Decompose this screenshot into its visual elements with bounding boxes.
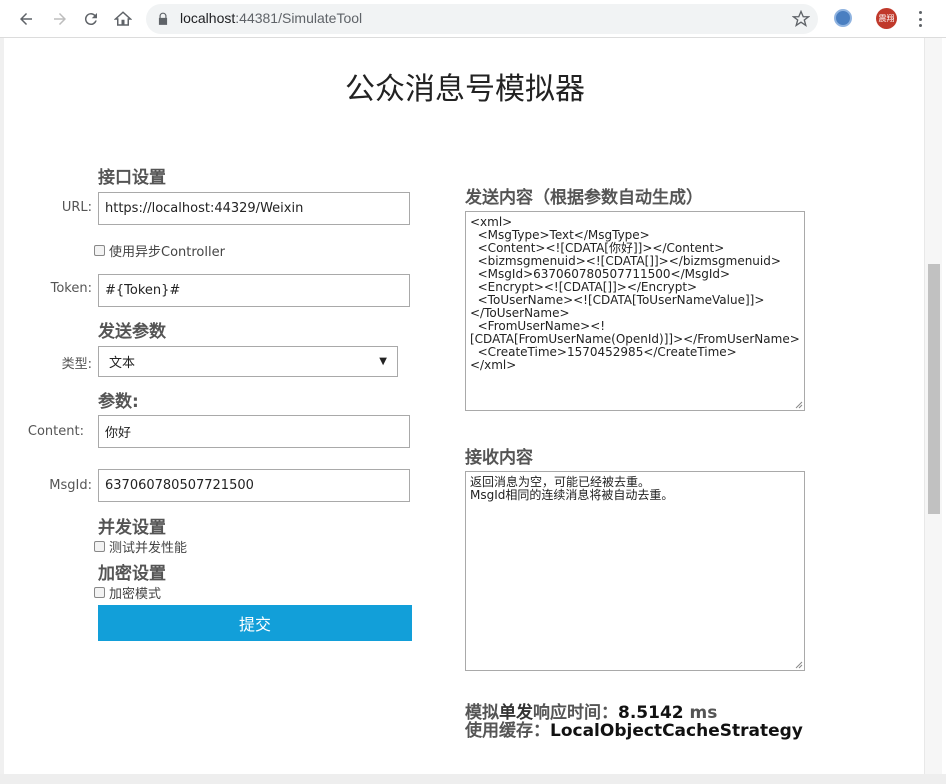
content-input[interactable]: 你好 (98, 415, 410, 448)
response-time-value: 8.5142 (618, 703, 684, 723)
address-bar[interactable]: localhost:44381/SimulateTool (146, 4, 818, 34)
encryption-settings-heading: 加密设置 (98, 564, 166, 584)
page-scrollbar[interactable] (924, 38, 942, 774)
bookmark-star-icon[interactable] (792, 10, 810, 28)
forward-arrow-icon (54, 13, 66, 25)
response-stats: 模拟单发响应时间：8.5142 ms 使用缓存：LocalObjectCache… (465, 704, 803, 740)
async-controller-label: 使用异步Controller (109, 245, 225, 260)
concurrency-test-checkbox[interactable] (94, 541, 105, 552)
url-label: URL: (61, 200, 92, 215)
concurrency-settings-heading: 并发设置 (98, 518, 166, 538)
cache-line: 使用缓存：LocalObjectCacheStrategy (465, 722, 803, 740)
extension-icon[interactable] (834, 9, 852, 27)
response-time-line: 模拟单发响应时间：8.5142 ms (465, 704, 803, 722)
async-controller-checkbox[interactable] (94, 245, 105, 256)
home-icon (114, 11, 132, 26)
concurrency-test-label: 测试并发性能 (109, 541, 188, 556)
resize-grip-icon[interactable] (794, 660, 803, 669)
browser-toolbar: localhost:44381/SimulateTool 震翔 (0, 0, 946, 38)
response-label: 响应时间： (533, 703, 618, 723)
url-text[interactable]: localhost:44381/SimulateTool (180, 10, 362, 26)
back-button[interactable] (14, 7, 38, 31)
forward-button[interactable] (48, 7, 72, 31)
send-content-heading: 发送内容（根据参数自动生成） (465, 188, 703, 208)
browser-menu-icon[interactable] (910, 8, 930, 30)
home-button[interactable] (111, 7, 135, 31)
send-params-heading: 发送参数 (98, 322, 166, 342)
lock-icon[interactable] (156, 12, 170, 26)
page-title: 公众消息号模拟器 (345, 72, 585, 107)
msgid-input[interactable]: 637060780507721500 (98, 469, 410, 502)
chevron-down-icon: ▼ (379, 356, 387, 367)
response-mode: 单发 (499, 703, 533, 723)
resize-grip-icon[interactable] (794, 400, 803, 409)
encryption-mode-label: 加密模式 (109, 587, 162, 602)
receive-content-text: 返回消息为空，可能已经被去重。 MsgId相同的连续消息将被自动去重。 (470, 475, 674, 502)
token-input[interactable]: #{Token}# (98, 274, 410, 307)
receive-content-textarea[interactable]: 返回消息为空，可能已经被去重。 MsgId相同的连续消息将被自动去重。 (465, 471, 805, 671)
receive-content-heading: 接收内容 (465, 448, 533, 468)
async-controller-option[interactable]: 使用异步Controller (94, 241, 225, 260)
reload-icon (84, 13, 97, 26)
encryption-mode-option[interactable]: 加密模式 (94, 583, 161, 602)
bottom-edge (0, 774, 946, 784)
params-heading: 参数: (98, 392, 139, 412)
send-content-text: <xml> <MsgType>Text</MsgType> <Content><… (470, 215, 800, 372)
encryption-mode-checkbox[interactable] (94, 587, 105, 598)
send-content-textarea[interactable]: <xml> <MsgType>Text</MsgType> <Content><… (465, 211, 805, 411)
interface-settings-heading: 接口设置 (98, 168, 166, 188)
type-label: 类型: (61, 357, 92, 372)
scrollbar-thumb[interactable] (928, 264, 940, 514)
msgid-label: MsgId: (49, 478, 92, 493)
profile-avatar[interactable]: 震翔 (876, 8, 897, 29)
page-viewport (0, 38, 946, 784)
back-arrow-icon (20, 13, 32, 25)
cache-label: 使用缓存： (465, 721, 550, 741)
response-prefix: 模拟 (465, 703, 499, 723)
token-label: Token: (50, 281, 92, 296)
type-select[interactable]: 文本 ▼ (98, 346, 398, 377)
concurrency-test-option[interactable]: 测试并发性能 (94, 537, 187, 556)
reload-button[interactable] (79, 7, 103, 31)
response-time-unit: ms (683, 703, 718, 723)
submit-button[interactable]: 提交 (98, 605, 412, 641)
type-select-value: 文本 (109, 356, 136, 371)
content-label: Content: (27, 424, 84, 439)
url-input[interactable]: https://localhost:44329/Weixin (98, 192, 410, 225)
cache-strategy-value: LocalObjectCacheStrategy (550, 721, 803, 741)
